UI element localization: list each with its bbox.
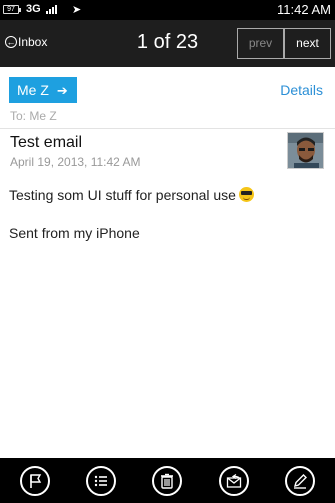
arrow-right-icon: ➔ xyxy=(56,83,68,98)
battery-level: 97 xyxy=(7,6,15,13)
folders-button[interactable] xyxy=(86,465,117,496)
message-body: Testing som UI stuff for personal use xyxy=(9,185,254,205)
flag-icon xyxy=(30,473,42,488)
trash-icon xyxy=(161,473,174,489)
recipient-name: Me Z xyxy=(17,82,49,98)
to-line: To: Me Z xyxy=(10,109,57,123)
prev-button[interactable]: prev xyxy=(237,28,284,59)
sender-avatar[interactable] xyxy=(287,132,324,169)
details-link[interactable]: Details xyxy=(280,82,323,98)
header-divider xyxy=(0,128,335,129)
delete-button[interactable] xyxy=(152,465,183,496)
back-to-inbox-button[interactable]: ← Inbox xyxy=(5,35,47,49)
message-body-text: Testing som UI stuff for personal use xyxy=(9,187,236,203)
bottom-toolbar xyxy=(0,458,335,503)
flag-button[interactable] xyxy=(20,465,51,496)
list-icon xyxy=(95,475,108,486)
next-button[interactable]: next xyxy=(284,28,331,59)
reply-icon xyxy=(226,473,241,488)
location-arrow-icon: ➤ xyxy=(72,4,82,16)
message-counter-text: 1 of 23 xyxy=(136,31,199,53)
network-type: 3G xyxy=(26,3,41,15)
status-bar: 97 3G ➤ 11:42 AM xyxy=(0,0,335,20)
compose-icon xyxy=(293,473,307,489)
sunglasses-emoji-icon xyxy=(238,187,254,202)
status-time: 11:42 AM xyxy=(277,2,331,17)
signal-strength-icon xyxy=(46,5,57,14)
avatar-photo-icon xyxy=(288,133,323,168)
back-label: Inbox xyxy=(18,35,48,49)
nav-bar: ← Inbox 1 of 23 prev next xyxy=(0,20,335,67)
recipient-chip[interactable]: Me Z ➔ xyxy=(9,77,77,103)
message-subject: Test email xyxy=(10,134,83,151)
message-date: April 19, 2013, 11:42 AM xyxy=(10,155,141,169)
back-arrow-icon: ← xyxy=(5,36,17,48)
message-signature: Sent from my iPhone xyxy=(9,225,140,241)
compose-button[interactable] xyxy=(284,465,315,496)
reply-button[interactable] xyxy=(218,465,249,496)
battery-icon: 97 xyxy=(3,5,21,14)
